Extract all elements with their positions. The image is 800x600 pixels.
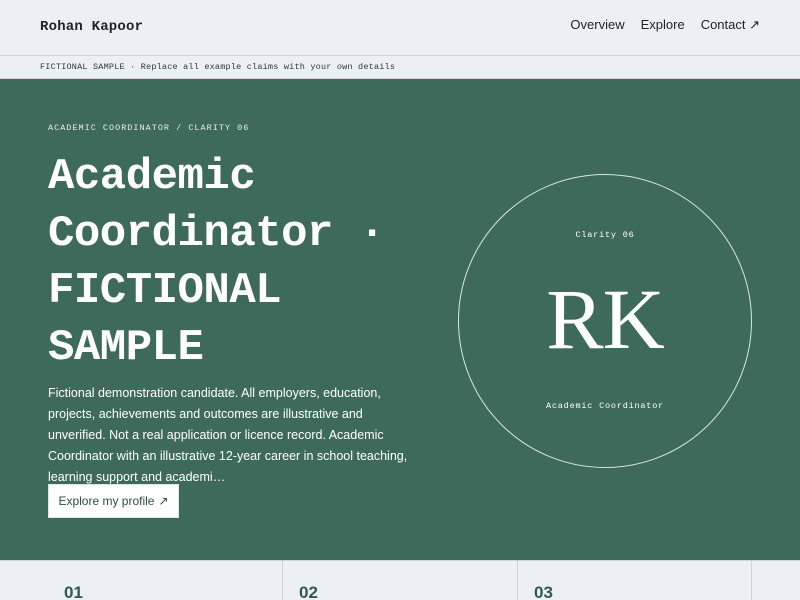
main-nav: Overview Explore Contact ↗ (570, 17, 760, 33)
stats-row: 01 02 03 (0, 560, 800, 600)
site-header: Rohan Kapoor Overview Explore Contact ↗ (0, 0, 800, 56)
hero-description: Fictional demonstration candidate. All e… (48, 386, 408, 484)
monogram-badge: Clarity 06 RK Academic Coordinator (458, 174, 752, 468)
nav-explore-link[interactable]: Explore (641, 17, 685, 33)
stat-card: 01 (48, 561, 283, 600)
hero-section: ACADEMIC COORDINATOR / CLARITY 06 Academ… (0, 79, 800, 560)
hero-title: Academic Coordinator · FICTIONAL SAMPLE (48, 152, 385, 373)
explore-profile-button[interactable]: Explore my profile ↗ (48, 484, 179, 518)
sample-notice-text: FICTIONAL SAMPLE · Replace all example c… (40, 62, 396, 72)
stat-number: 02 (299, 583, 318, 600)
stat-number: 01 (64, 583, 83, 600)
hero-eyebrow: ACADEMIC COORDINATOR / CLARITY 06 (48, 123, 250, 133)
stat-card: 02 (283, 561, 518, 600)
sample-notice-bar: FICTIONAL SAMPLE · Replace all example c… (0, 56, 800, 79)
brand-name[interactable]: Rohan Kapoor (40, 19, 143, 35)
badge-initials: RK (546, 271, 664, 367)
nav-overview-link[interactable]: Overview (570, 17, 624, 33)
stat-number: 03 (534, 583, 553, 600)
explore-profile-label: Explore my profile (58, 494, 155, 508)
arrow-up-right-icon: ↗ (158, 494, 169, 508)
badge-bottom-label: Academic Coordinator (545, 401, 665, 411)
nav-contact-link[interactable]: Contact ↗ (701, 17, 760, 33)
badge-top-label: Clarity 06 (575, 230, 635, 240)
stat-card: 03 (518, 561, 752, 600)
